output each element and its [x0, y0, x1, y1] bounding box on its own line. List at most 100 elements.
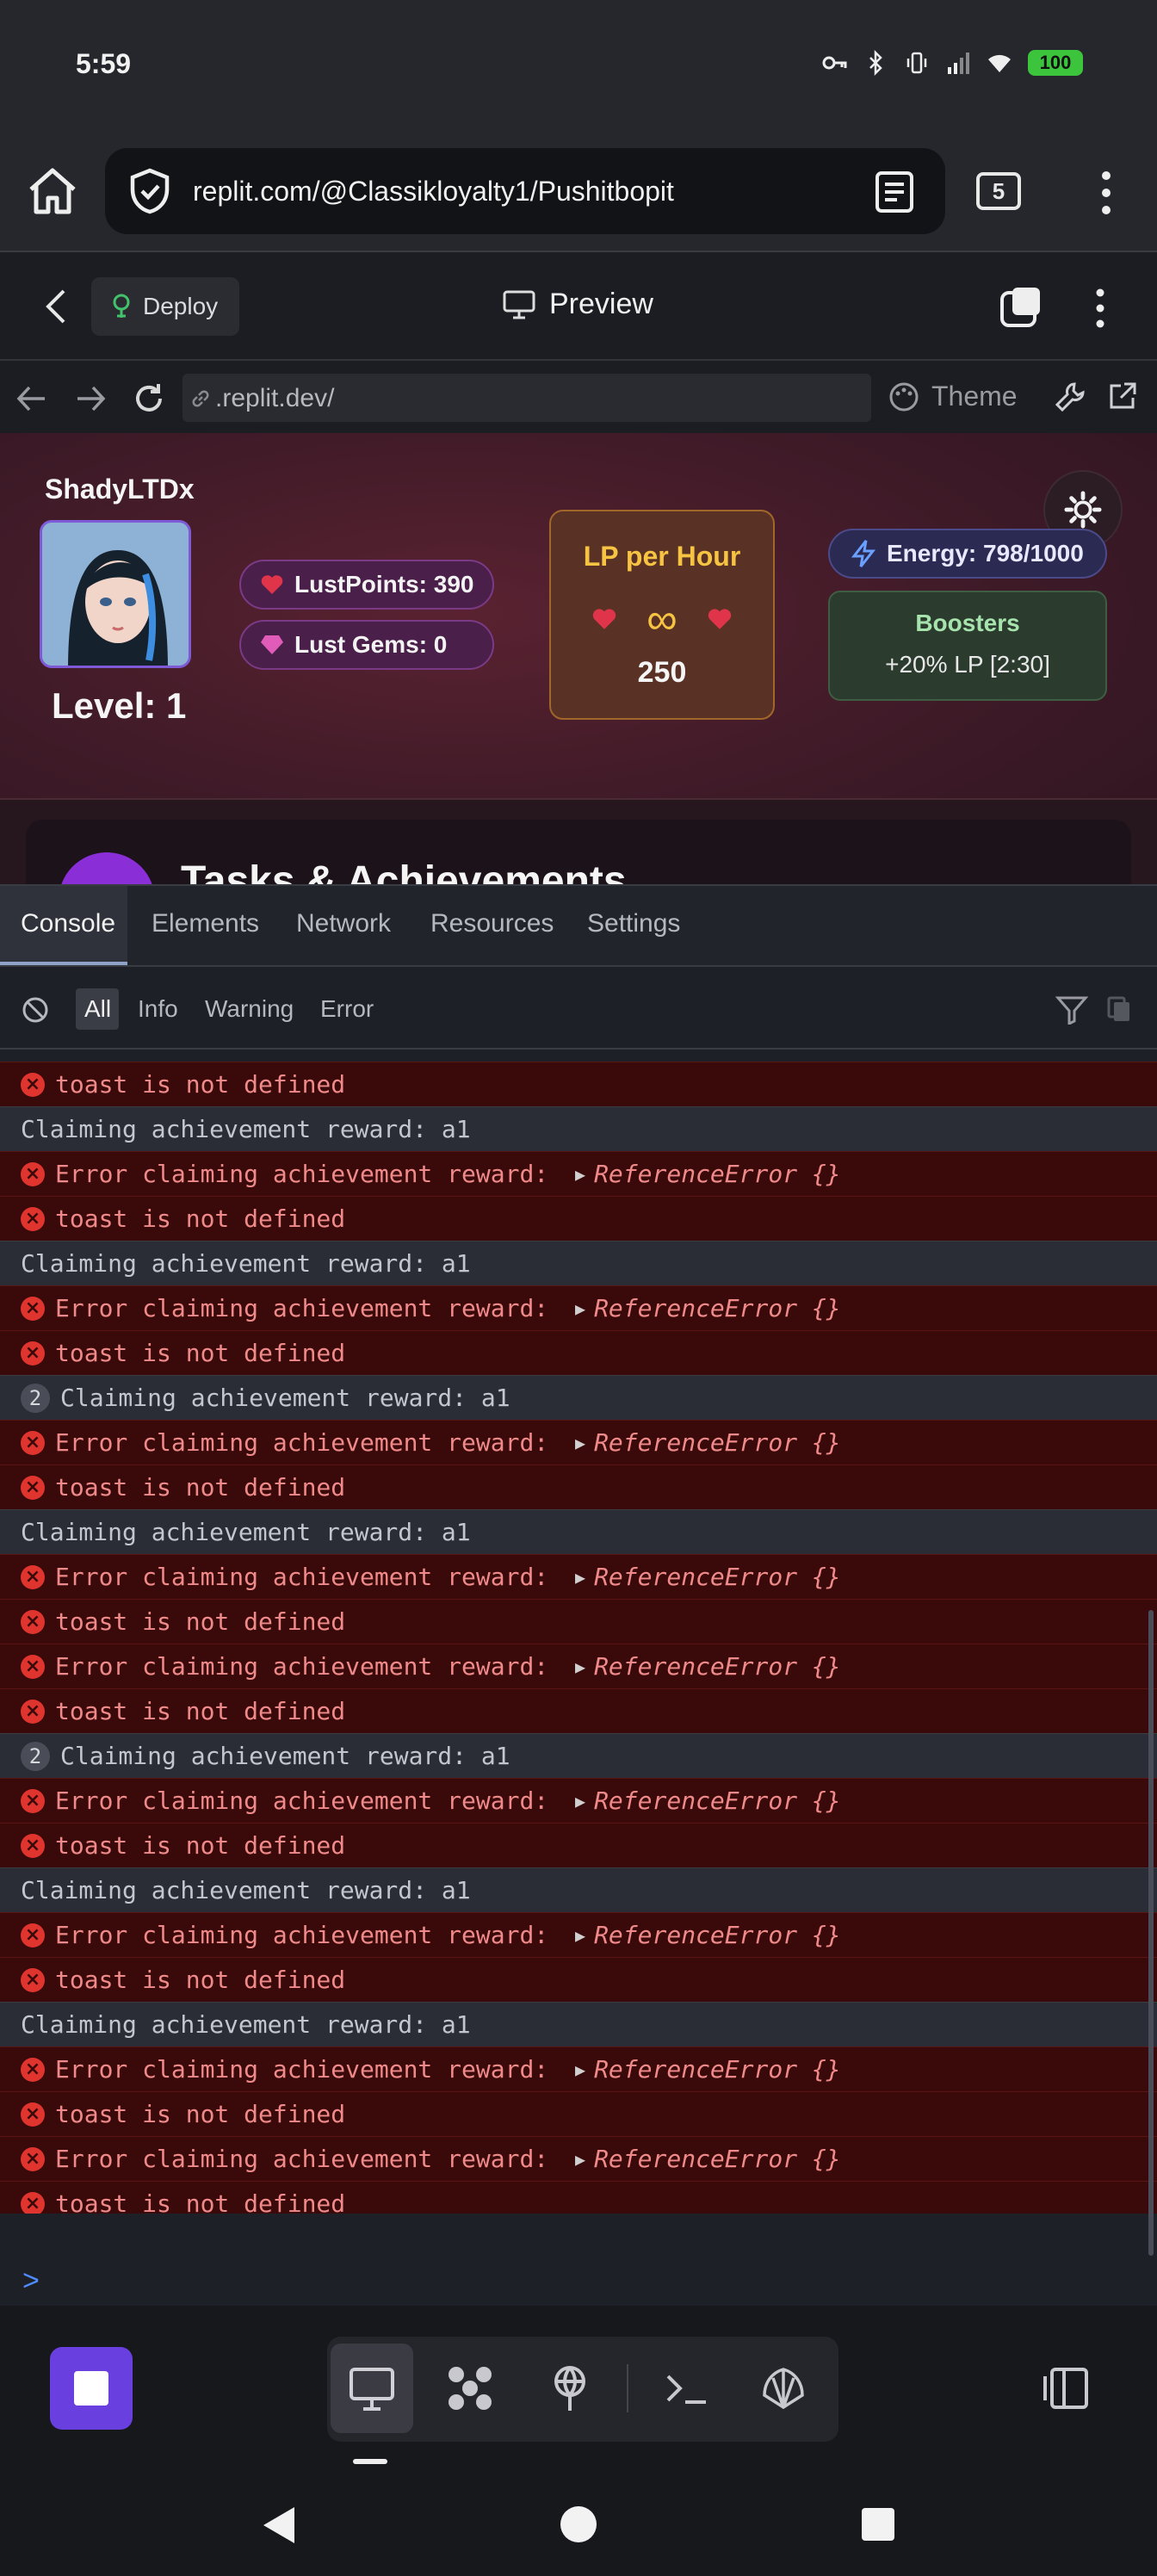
error-object[interactable]: ReferenceError {}	[594, 2055, 841, 2084]
tab-resources[interactable]: Resources	[430, 909, 554, 938]
android-home-icon[interactable]	[560, 2505, 597, 2543]
heart-icon	[593, 609, 616, 629]
expand-triangle-icon[interactable]: ▶	[575, 1656, 585, 1677]
reload-icon[interactable]	[133, 382, 165, 415]
tab-console[interactable]: Console	[21, 909, 115, 938]
console-error-row[interactable]: × toast is not defined	[0, 1062, 1157, 1106]
clear-console-icon[interactable]	[21, 995, 50, 1025]
reader-mode-icon[interactable]	[875, 170, 914, 214]
monitor-icon	[503, 290, 535, 319]
console-error-row[interactable]: × toast is not defined	[0, 1330, 1157, 1375]
console-error-row[interactable]: × toast is not defined	[0, 1688, 1157, 1733]
console-log-row[interactable]: 2 Claiming achievement reward: a1	[0, 1733, 1157, 1778]
console-error-row[interactable]: × Error claiming achievement reward: ▶ Ref…	[0, 1644, 1157, 1688]
expand-triangle-icon[interactable]: ▶	[575, 1567, 585, 1588]
expand-triangle-icon[interactable]: ▶	[575, 1433, 585, 1453]
console-log-row[interactable]: Claiming achievement reward: a1	[0, 1867, 1157, 1912]
error-object[interactable]: ReferenceError {}	[594, 1652, 841, 1681]
filter-info[interactable]: Info	[138, 995, 178, 1023]
console-error-row[interactable]: × Error claiming achievement reward: ▶ Ref…	[0, 1151, 1157, 1196]
lightning-icon	[851, 540, 876, 567]
expand-triangle-icon[interactable]: ▶	[575, 1925, 585, 1946]
console-error-row[interactable]: × Error claiming achievement reward: ▶ Ref…	[0, 1912, 1157, 1957]
stop-button[interactable]	[50, 2347, 133, 2430]
expand-triangle-icon[interactable]: ▶	[575, 1791, 585, 1811]
error-object[interactable]: ReferenceError {}	[594, 2145, 841, 2173]
error-object[interactable]: ReferenceError {}	[594, 1786, 841, 1815]
error-object[interactable]: ReferenceError {}	[594, 1563, 841, 1591]
log-message: toast is not defined	[55, 1339, 346, 1367]
deploy-globe-icon[interactable]	[544, 2362, 596, 2414]
console-error-row[interactable]: × toast is not defined	[0, 1196, 1157, 1241]
console-error-row[interactable]: × Error claiming achievement reward: ▶ Ref…	[0, 1554, 1157, 1599]
browser-menu-icon[interactable]	[1093, 169, 1119, 217]
preview-monitor-icon[interactable]	[346, 2362, 398, 2414]
shield-icon[interactable]	[126, 167, 174, 215]
preview-url[interactable]: .replit.dev/	[215, 384, 334, 413]
player-level: Level: 1	[52, 685, 187, 726]
console-error-row[interactable]: × Error claiming achievement reward: ▶ Ref…	[0, 1285, 1157, 1330]
theme-button[interactable]: Theme	[888, 381, 1018, 412]
console-error-row[interactable]: × toast is not defined	[0, 1599, 1157, 1644]
console-error-row[interactable]: × Error claiming achievement reward: ▶ Ref…	[0, 1420, 1157, 1464]
energy-value: Energy: 798/1000	[887, 540, 1084, 567]
nav-forward-icon[interactable]	[76, 384, 107, 413]
deploy-button[interactable]: Deploy	[91, 277, 239, 336]
console-error-row[interactable]: × toast is not defined	[0, 2181, 1157, 2214]
log-message: toast is not defined	[55, 2100, 346, 2128]
console-input[interactable]	[0, 2257, 1157, 2306]
heart-icon	[261, 575, 283, 594]
console-error-row[interactable]: × Error claiming achievement reward: ▶ Ref…	[0, 1778, 1157, 1823]
back-chevron-icon[interactable]	[41, 288, 71, 325]
console-error-row[interactable]: × Error claiming achievement reward: ▶ Ref…	[0, 2047, 1157, 2091]
console-error-row[interactable]: × toast is not defined	[0, 2091, 1157, 2136]
panel-toggle-icon[interactable]	[1040, 2362, 1092, 2414]
boosters-card[interactable]	[828, 591, 1107, 701]
apps-grid-icon[interactable]	[444, 2362, 496, 2414]
devices-icon[interactable]	[999, 284, 1043, 329]
expand-triangle-icon[interactable]: ▶	[575, 2149, 585, 2170]
log-message: Claiming achievement reward: a1	[21, 1249, 471, 1278]
console-error-row[interactable]: × toast is not defined	[0, 1823, 1157, 1867]
wrench-icon[interactable]	[1054, 381, 1086, 413]
log-message: Error claiming achievement reward:	[55, 1428, 564, 1457]
home-icon[interactable]	[24, 164, 81, 220]
error-object[interactable]: ReferenceError {}	[594, 1428, 841, 1457]
android-back-icon[interactable]	[260, 2505, 298, 2545]
expand-triangle-icon[interactable]: ▶	[575, 1164, 585, 1185]
error-object[interactable]: ReferenceError {}	[594, 1160, 841, 1188]
expand-triangle-icon[interactable]: ▶	[575, 1298, 585, 1319]
android-recents-icon[interactable]	[861, 2507, 895, 2542]
filter-all[interactable]: All	[84, 995, 111, 1023]
console-log-row[interactable]: Claiming achievement reward: a1	[0, 2002, 1157, 2047]
copy-icon[interactable]	[1105, 995, 1133, 1025]
nav-back-icon[interactable]	[15, 384, 46, 413]
console-log-row[interactable]: Claiming achievement reward: a1	[0, 1509, 1157, 1554]
shell-terminal-icon[interactable]	[661, 2362, 713, 2414]
tab-network[interactable]: Network	[296, 909, 391, 938]
boosters-status: +20% LP [2:30]	[885, 651, 1050, 678]
console-log-row[interactable]: 2 Claiming achievement reward: a1	[0, 1375, 1157, 1420]
filter-funnel-icon[interactable]	[1055, 995, 1088, 1025]
console-error-row[interactable]: × Error claiming achievement reward: ▶ Ref…	[0, 2136, 1157, 2181]
open-external-icon[interactable]	[1107, 381, 1138, 412]
error-icon: ×	[21, 1430, 45, 1455]
console-scrollbar[interactable]	[1148, 1610, 1154, 2256]
avatar[interactable]	[40, 520, 191, 668]
console-error-row[interactable]: × toast is not defined	[0, 1464, 1157, 1509]
filter-warning[interactable]: Warning	[205, 995, 294, 1023]
tab-elements[interactable]: Elements	[152, 909, 259, 938]
address-url[interactable]: replit.com/@Classikloyalty1/Pushitbopit	[193, 176, 674, 207]
tab-settings[interactable]: Settings	[587, 909, 680, 938]
error-object[interactable]: ReferenceError {}	[594, 1921, 841, 1949]
error-object[interactable]: ReferenceError {}	[594, 1294, 841, 1322]
agent-shell-icon[interactable]	[758, 2362, 809, 2414]
lust-gems-pill: Lust Gems: 0	[239, 620, 494, 670]
filter-error[interactable]: Error	[320, 995, 374, 1023]
more-options-icon[interactable]	[1092, 288, 1109, 329]
expand-triangle-icon[interactable]: ▶	[575, 2059, 585, 2080]
console-log-row[interactable]: Claiming achievement reward: a1	[0, 1241, 1157, 1285]
console-error-row[interactable]: × toast is not defined	[0, 1957, 1157, 2002]
tab-switcher-button[interactable]: 5	[976, 172, 1021, 210]
console-log-row[interactable]: Claiming achievement reward: a1	[0, 1106, 1157, 1151]
